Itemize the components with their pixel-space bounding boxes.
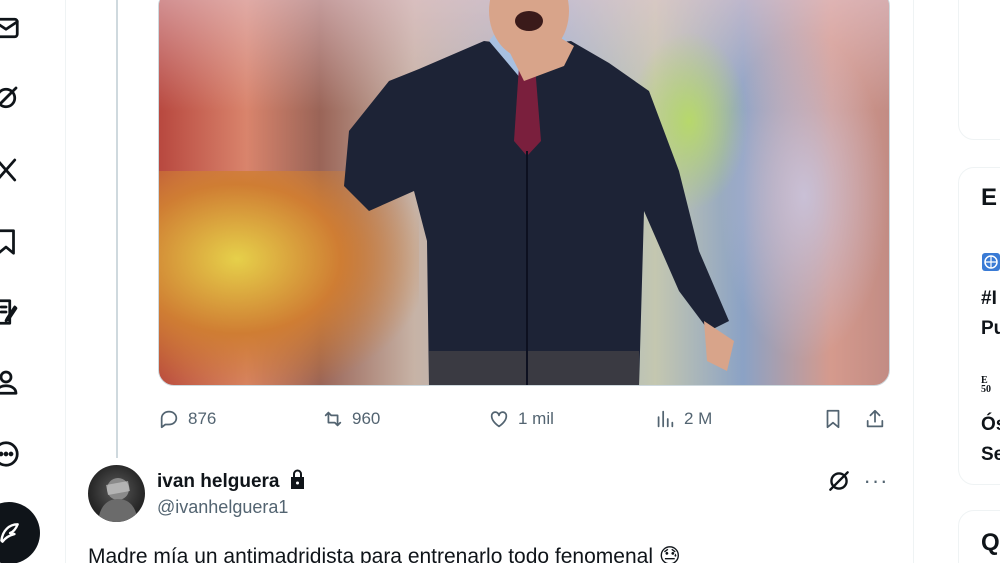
x-logo-icon <box>0 158 17 182</box>
views-count: 2 M <box>684 409 713 428</box>
nav-messages[interactable] <box>0 10 24 46</box>
left-navigation <box>0 0 66 563</box>
lists-icon <box>0 299 18 325</box>
main-timeline: 876 960 1 mil 2 M ivan helguera @ivanhel… <box>66 0 914 563</box>
share-icon <box>866 409 884 428</box>
nav-lists[interactable] <box>0 294 24 330</box>
reply-count: 876 <box>188 409 217 428</box>
bookmark-icon <box>0 229 15 255</box>
trend-item-1[interactable]: #I Pu <box>981 284 1000 344</box>
reply-action[interactable]: 876 <box>158 404 216 434</box>
trends-card: E #I Pu E50 Ós Se <box>958 167 1000 485</box>
nav-more[interactable] <box>0 436 24 472</box>
nav-grok[interactable] <box>0 80 24 116</box>
trend-item-2[interactable]: Ós Se <box>981 410 1000 470</box>
who-to-follow-heading: Q <box>981 529 1000 556</box>
mail-icon <box>0 17 19 39</box>
avatar-image <box>98 478 138 522</box>
nav-profile[interactable] <box>0 364 24 400</box>
share-action[interactable] <box>864 404 886 434</box>
heart-icon <box>490 411 508 428</box>
sidebar-card-top <box>958 0 1000 140</box>
feather-icon <box>0 523 19 543</box>
display-name[interactable]: ivan helguera <box>157 468 307 495</box>
tweet-photo[interactable] <box>158 0 890 386</box>
who-to-follow-card: Q <box>958 510 1000 563</box>
more-circle-icon <box>0 441 19 467</box>
grok-explain-icon[interactable] <box>826 468 852 494</box>
like-action[interactable]: 1 mil <box>488 404 554 434</box>
more-options-icon[interactable]: ··· <box>863 468 889 494</box>
profile-icon <box>0 370 18 395</box>
reply-text: Madre mía un antimadridista para entrena… <box>88 545 681 563</box>
globe-icon <box>981 252 1000 272</box>
publisher-logo-icon: E 50 <box>981 375 991 395</box>
display-name-text: ivan helguera <box>157 470 280 492</box>
nav-bookmarks[interactable] <box>0 224 24 260</box>
nav-premium[interactable] <box>0 152 24 188</box>
lock-icon <box>288 468 307 495</box>
user-handle[interactable]: @ivanhelguera1 <box>157 497 288 518</box>
like-count: 1 mil <box>518 409 554 428</box>
views-chart-icon <box>657 410 674 428</box>
coach-figure <box>344 0 734 385</box>
tweet-actions: 876 960 1 mil 2 M <box>158 404 890 434</box>
views-action[interactable]: 2 M <box>654 404 712 434</box>
repost-action[interactable]: 960 <box>322 404 380 434</box>
avatar[interactable] <box>88 465 145 522</box>
reply-icon <box>160 410 178 429</box>
post-button[interactable] <box>0 502 40 563</box>
grok-icon <box>0 86 18 109</box>
trends-heading: E <box>981 184 998 211</box>
right-sidebar: E #I Pu E50 Ós Se Q <box>914 0 1000 563</box>
thread-connector <box>116 0 118 458</box>
repost-icon <box>324 411 342 427</box>
x-timeline-page: 876 960 1 mil 2 M ivan helguera @ivanhel… <box>0 0 1000 563</box>
repost-count: 960 <box>352 409 381 428</box>
bookmark-action[interactable] <box>822 404 844 434</box>
bookmark-icon <box>826 409 840 429</box>
